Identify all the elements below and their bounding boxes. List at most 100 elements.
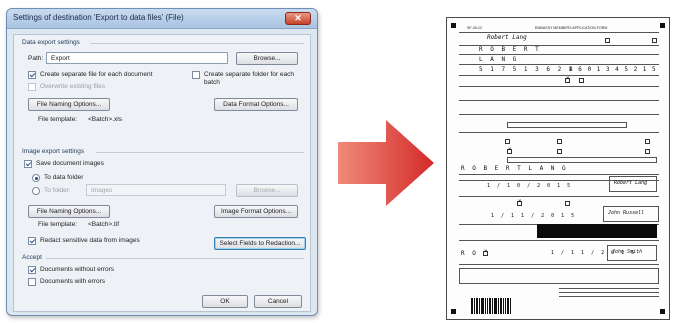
to-folder-label: To folder: (44, 187, 71, 194)
close-icon: ✕ (294, 13, 302, 23)
doc-last-name: L A N G (479, 56, 519, 63)
export-settings-dialog: Settings of destination 'Export to data … (6, 8, 318, 316)
doc-phone: 8 6 0 1 3 4 5 2 1 5 (569, 66, 657, 73)
doc-checkbox (565, 201, 570, 206)
right-arrow-icon (338, 120, 434, 206)
select-fields-redaction-button[interactable]: Select Fields to Redaction... (214, 237, 306, 250)
ok-button[interactable]: OK (202, 295, 248, 308)
doc-signature-box: Robert Lang (609, 176, 657, 192)
doc-rule (459, 100, 659, 101)
doc-rule (559, 292, 659, 293)
path-label: Path: (28, 55, 44, 62)
data-file-template-label: File template: (38, 116, 78, 123)
without-errors-label: Documents without errors (40, 266, 115, 273)
data-browse-button[interactable]: Browse... (236, 52, 298, 65)
image-file-template-label: File template: (38, 221, 78, 228)
registration-mark (451, 309, 456, 314)
doc-signature-two: John Russell (608, 210, 645, 216)
doc-field-box (459, 268, 659, 284)
dialog-title: Settings of destination 'Export to data … (13, 13, 184, 22)
image-format-options-button[interactable]: Image Format Options... (214, 205, 298, 218)
doc-checkbox (645, 149, 650, 154)
registration-mark (451, 23, 456, 28)
doc-checkbox (557, 149, 562, 154)
doc-form-code: SF-39-12 (467, 26, 482, 30)
doc-rule (459, 174, 659, 175)
separate-folder-checkbox[interactable] (192, 71, 200, 79)
save-images-checkbox[interactable] (24, 160, 32, 168)
accept-group-label: Accept (22, 254, 42, 261)
overwrite-checkbox[interactable] (28, 83, 36, 91)
separate-file-checkbox[interactable] (28, 71, 36, 79)
doc-checkbox (505, 139, 510, 144)
doc-rule (459, 132, 659, 133)
divider (90, 43, 304, 44)
divider (46, 258, 304, 259)
doc-date-one: 1 / 1 0 / 2 0 1 5 (487, 183, 573, 189)
without-errors-checkbox[interactable] (28, 266, 36, 274)
scanned-document: SF-39-12 EMBASSY MEMBERS APPLICATION FOR… (446, 17, 670, 320)
doc-first-name: R O B E R T (479, 46, 541, 53)
path-input[interactable]: Export (46, 52, 228, 64)
data-file-naming-button[interactable]: File Naming Options... (28, 98, 110, 111)
divider (96, 152, 304, 153)
to-data-folder-radio[interactable] (32, 174, 40, 182)
doc-rule (459, 240, 659, 241)
doc-full-name: R O B E R T L A N G (461, 165, 568, 172)
to-folder-radio[interactable] (32, 187, 40, 195)
doc-checkbox (517, 199, 522, 206)
doc-signature-one: Robert Lang (614, 180, 648, 186)
image-browse-button[interactable]: Browse... (236, 184, 298, 197)
dialog-client-area: Data export settings Path: Export Browse… (13, 34, 311, 312)
doc-checkbox (507, 147, 512, 154)
dialog-titlebar: Settings of destination 'Export to data … (7, 9, 317, 29)
doc-rule (459, 32, 659, 33)
doc-rule (459, 54, 659, 55)
registration-mark (660, 23, 665, 28)
doc-date-two: 1 / 1 1 / 2 0 1 5 (491, 213, 577, 219)
separate-folder-label: Create separate folder for each batch (204, 71, 294, 86)
redacted-field (537, 224, 657, 238)
image-file-template-value: <Batch>.tif (88, 221, 120, 228)
image-export-group-label: Image export settings (22, 148, 85, 155)
doc-rule (459, 86, 659, 87)
doc-form-title: EMBASSY MEMBERS APPLICATION FORM (535, 26, 608, 30)
doc-checkbox (565, 76, 570, 83)
doc-rule (459, 196, 659, 197)
cancel-button[interactable]: Cancel (254, 295, 302, 308)
redact-checkbox[interactable] (28, 237, 36, 245)
redact-label: Redact sensitive data from images (40, 237, 140, 244)
close-button[interactable]: ✕ (285, 12, 311, 25)
registration-mark (660, 309, 665, 314)
doc-checkbox (652, 38, 657, 43)
doc-checkbox (557, 139, 562, 144)
doc-checkbox (579, 78, 584, 83)
doc-code: R O (461, 250, 478, 257)
doc-rule (459, 75, 659, 76)
doc-field-box (507, 157, 657, 163)
doc-rule (459, 64, 659, 65)
image-file-naming-button[interactable]: File Naming Options... (28, 205, 110, 218)
doc-id-number: 5 1 7 5 1 3 6 2 1 (479, 66, 575, 73)
save-images-label: Save document images (36, 160, 104, 167)
doc-checkbox (483, 249, 488, 256)
doc-signature-box: John Russell (603, 206, 659, 222)
doc-checkbox (605, 38, 610, 43)
doc-rule (559, 288, 659, 289)
doc-rule (459, 114, 659, 115)
with-errors-label: Documents with errors (40, 278, 106, 285)
doc-field-box (507, 122, 627, 128)
doc-signature-three: John Smith (612, 249, 643, 255)
with-errors-checkbox[interactable] (28, 278, 36, 286)
doc-name-handwriting: Robert Lang (487, 34, 527, 41)
doc-rule (559, 296, 659, 297)
to-data-folder-label: To data folder (44, 174, 84, 181)
doc-checkbox (645, 139, 650, 144)
data-file-template-value: <Batch>.xls (88, 116, 122, 123)
barcode (471, 298, 517, 314)
doc-rule (459, 264, 659, 265)
image-folder-input[interactable]: Images (86, 184, 226, 196)
doc-signature-box: John Smith (607, 245, 657, 261)
data-format-options-button[interactable]: Data Format Options... (214, 98, 298, 111)
data-export-group-label: Data export settings (22, 39, 80, 46)
